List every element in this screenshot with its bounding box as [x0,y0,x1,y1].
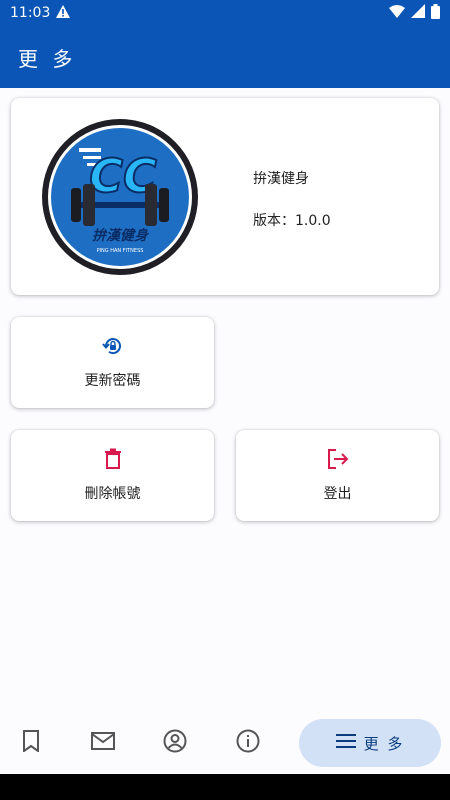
bookmark-icon [22,730,40,756]
info-icon [236,729,260,757]
account-icon [163,729,187,757]
page-title: 更 多 [18,46,77,71]
status-bar: 11:03 [0,0,450,26]
wifi-icon [389,4,405,22]
app-bar: 更 多 [0,26,450,88]
nav-more[interactable]: 更 多 [299,719,441,767]
nav-more-label: 更 多 [363,734,405,753]
logout-button[interactable]: 登出 [236,430,439,521]
app-logo: CC 拚漢健身 PING HAN FITNESS [41,118,199,276]
logout-label: 登出 [323,486,352,502]
delete-account-label: 刪除帳號 [84,486,141,502]
logout-icon [326,448,350,474]
app-version: 版本：1.0.0 [253,213,331,229]
mail-icon [91,732,115,754]
delete-account-button[interactable]: 刪除帳號 [11,430,214,521]
nav-mail[interactable] [86,719,120,767]
nav-account[interactable] [158,719,192,767]
lock-reset-icon [101,335,124,361]
nav-info[interactable] [231,719,265,767]
change-password-label: 更新密碼 [84,373,141,389]
status-time: 11:03 [10,5,51,21]
trash-icon [104,448,122,474]
app-name: 拚漢健身 [253,171,309,187]
logo-subtext: PING HAN FITNESS [97,248,144,254]
bottom-navigation: 更 多 [0,712,450,774]
alert-icon [56,4,71,22]
signal-icon [411,4,425,22]
menu-icon [335,733,356,753]
logo-text: 拚漢健身 [92,227,150,244]
system-gesture-bar [0,774,450,800]
app-info-card: CC 拚漢健身 PING HAN FITNESS 拚漢健身 版本：1.0.0 [11,98,439,295]
change-password-button[interactable]: 更新密碼 [11,317,214,408]
nav-bookmark[interactable] [14,719,48,767]
battery-icon [431,3,440,23]
